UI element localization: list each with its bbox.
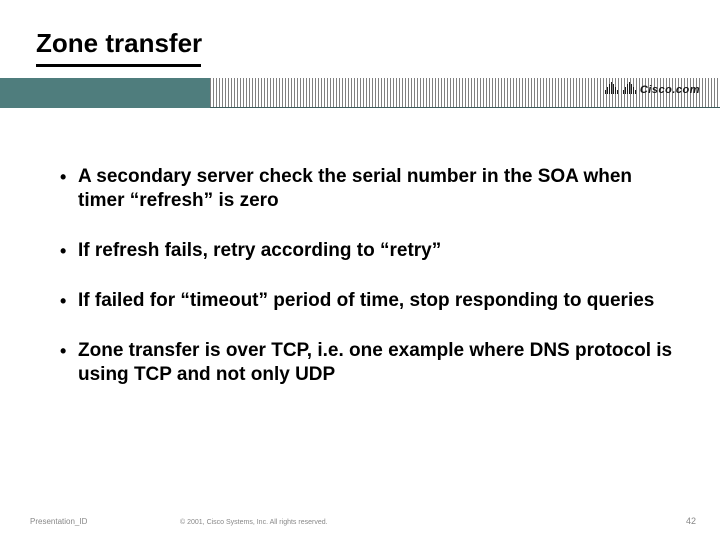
logo-text: Cisco.com — [640, 84, 700, 96]
list-item: • Zone transfer is over TCP, i.e. one ex… — [60, 339, 680, 387]
bullet-dot-icon: • — [60, 239, 78, 263]
slide: Zone transfer Cisco.com • A secondary se… — [0, 0, 720, 540]
list-item: • If failed for “timeout” period of time… — [60, 289, 680, 313]
page-number: 42 — [686, 516, 696, 526]
cisco-logo: Cisco.com — [605, 82, 700, 96]
bullet-dot-icon: • — [60, 165, 78, 189]
cisco-bars-icon — [605, 82, 636, 96]
bullet-text: A secondary server check the serial numb… — [78, 165, 680, 213]
list-item: • A secondary server check the serial nu… — [60, 165, 680, 213]
slide-title: Zone transfer — [36, 28, 202, 59]
content-area: • A secondary server check the serial nu… — [60, 165, 680, 413]
list-item: • If refresh fails, retry according to “… — [60, 239, 680, 263]
title-underline — [36, 64, 201, 67]
footer-id: Presentation_ID — [30, 517, 87, 526]
band-solid — [0, 78, 210, 108]
footer-copyright: © 2001, Cisco Systems, Inc. All rights r… — [180, 519, 328, 526]
bullet-text: If refresh fails, retry according to “re… — [78, 239, 441, 263]
bullet-dot-icon: • — [60, 339, 78, 363]
bullet-dot-icon: • — [60, 289, 78, 313]
bullet-text: Zone transfer is over TCP, i.e. one exam… — [78, 339, 680, 387]
footer: Presentation_ID © 2001, Cisco Systems, I… — [30, 516, 696, 526]
bullet-text: If failed for “timeout” period of time, … — [78, 289, 654, 313]
